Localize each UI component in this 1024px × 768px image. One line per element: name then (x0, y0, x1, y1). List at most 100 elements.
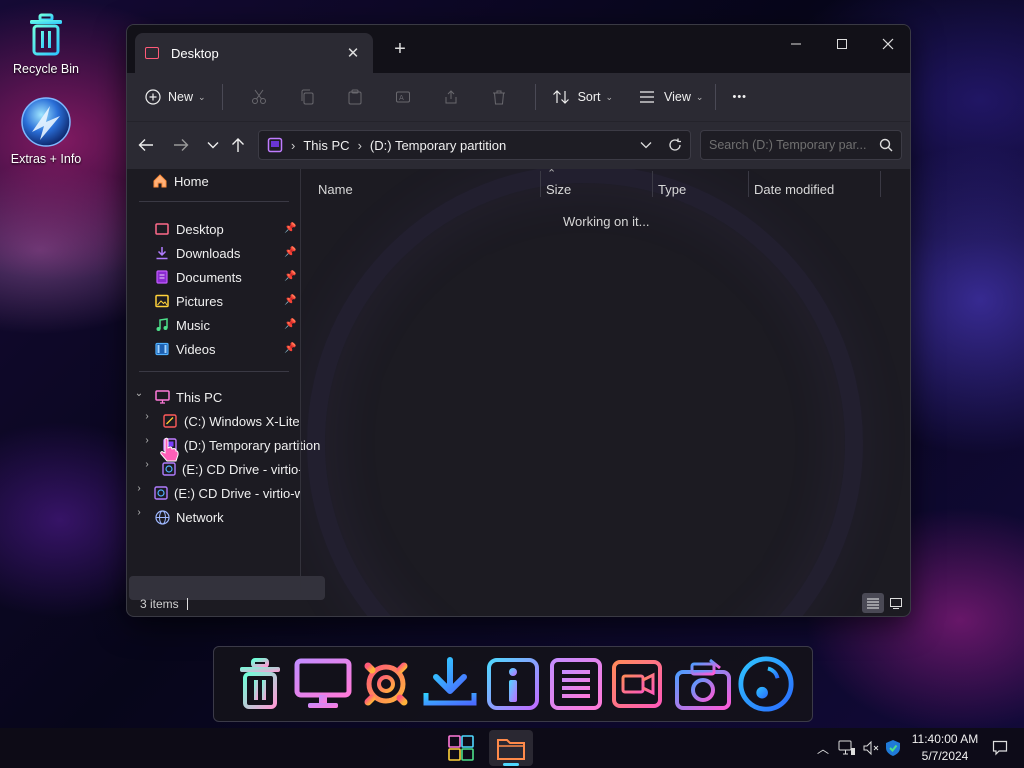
pin-icon[interactable]: 📌 (284, 247, 296, 258)
expand-chevron-icon[interactable]: › (140, 459, 154, 470)
refresh-icon[interactable] (668, 138, 682, 152)
network-status-icon[interactable] (838, 740, 856, 756)
sidebar-item-downloads[interactable]: Downloads (154, 241, 240, 265)
extras-info-icon (20, 96, 72, 148)
new-tab-button[interactable]: + (389, 38, 411, 60)
sidebar-item-home[interactable]: Home (152, 169, 209, 193)
recycle-bin-icon (24, 12, 68, 58)
sidebar-item-drive-e[interactable]: (E:) CD Drive - virtio- (162, 457, 300, 481)
share-button[interactable] (427, 81, 475, 113)
expand-chevron-icon[interactable]: › (140, 435, 154, 446)
column-header-type[interactable]: Type (652, 177, 748, 201)
start-button[interactable] (439, 730, 483, 766)
view-button[interactable]: View ⌄ (639, 81, 703, 113)
cut-button[interactable] (235, 81, 283, 113)
breadcrumb-d-drive[interactable]: (D:) Temporary partition (370, 138, 506, 153)
sidebar-item-network[interactable]: Network (154, 505, 224, 529)
network-icon (154, 509, 170, 525)
dock-settings-gear-icon[interactable] (357, 655, 415, 713)
column-divider[interactable] (880, 171, 881, 197)
divider (139, 201, 289, 202)
pin-icon[interactable]: 📌 (284, 343, 296, 354)
chevron-down-icon[interactable] (640, 141, 652, 149)
sidebar-item-label: (E:) CD Drive - virtio-w (174, 485, 300, 501)
copy-button[interactable] (283, 81, 331, 113)
pictures-folder-icon (154, 293, 170, 309)
sidebar-item-this-pc[interactable]: This PC (154, 385, 222, 409)
new-button[interactable]: New ⌄ (145, 81, 206, 113)
system-tray: ︿ (814, 728, 902, 768)
pin-icon[interactable]: 📌 (284, 319, 296, 330)
volume-muted-icon[interactable] (862, 740, 880, 756)
column-label: Date modified (754, 181, 835, 197)
more-options-button[interactable]: ••• (732, 81, 747, 113)
forward-button[interactable] (167, 132, 195, 158)
sidebar-item-label: Desktop (176, 221, 224, 237)
sidebar-item-cd-root[interactable]: (E:) CD Drive - virtio-w (154, 481, 300, 505)
sidebar-item-documents[interactable]: Documents (154, 265, 242, 289)
dock-video-camera-icon[interactable] (611, 655, 669, 713)
taskbar-file-explorer[interactable] (489, 730, 533, 766)
paste-button[interactable] (331, 81, 379, 113)
sidebar-item-drive-c[interactable]: (C:) Windows X-Lite (162, 409, 300, 433)
chevron-up-icon[interactable]: ︿ (814, 740, 832, 757)
up-button[interactable] (224, 132, 252, 158)
downloads-folder-icon (154, 245, 170, 261)
column-header-date-modified[interactable]: Date modified (748, 177, 880, 201)
navigation-pane: Home Desktop 📌 Downloads 📌 Documents 📌 P… (127, 169, 325, 600)
expand-chevron-icon[interactable]: › (132, 507, 146, 518)
column-header-name[interactable]: Name (301, 177, 541, 201)
column-label: Size (546, 181, 572, 197)
delete-button[interactable] (475, 81, 523, 113)
text-cursor (186, 597, 188, 610)
dock-list-icon[interactable] (547, 655, 605, 713)
scissors-icon (251, 89, 266, 104)
expand-chevron-icon[interactable]: › (140, 411, 154, 422)
minimize-icon (791, 43, 801, 45)
sidebar-item-music[interactable]: Music (154, 313, 210, 337)
system-clock[interactable]: 11:40:00 AM 5/7/2024 (900, 731, 990, 765)
pin-icon[interactable]: 📌 (284, 271, 296, 282)
close-window-button[interactable] (865, 29, 910, 59)
address-bar[interactable]: › This PC › (D:) Temporary partition (258, 130, 691, 160)
dock-monitor-icon[interactable] (294, 655, 352, 713)
windows-start-icon (448, 735, 474, 761)
copy-icon (301, 89, 314, 105)
desktop-icon-extras-info[interactable]: Extras + Info (1, 96, 91, 166)
tab-desktop[interactable]: Desktop ✕ (135, 33, 373, 73)
view-label: View (664, 90, 691, 104)
dock-music-note-icon[interactable] (737, 655, 795, 713)
loading-message: Working on it... (563, 214, 650, 229)
rename-button[interactable]: A (379, 81, 427, 113)
sidebar-item-desktop[interactable]: Desktop (154, 217, 224, 241)
tiles-view-button[interactable] (885, 593, 907, 613)
dock-photo-camera-icon[interactable] (674, 655, 732, 713)
minimize-button[interactable] (773, 29, 819, 59)
dock-trash-icon[interactable] (231, 655, 289, 713)
back-button[interactable] (132, 132, 160, 158)
close-tab-icon[interactable]: ✕ (343, 44, 363, 62)
maximize-button[interactable] (819, 29, 865, 59)
dock-download-icon[interactable] (421, 655, 479, 713)
desktop-icon-recycle-bin[interactable]: Recycle Bin (1, 12, 91, 76)
search-box[interactable] (700, 130, 902, 160)
pin-icon[interactable]: 📌 (284, 295, 296, 306)
sidebar-item-drive-d[interactable]: (D:) Temporary partition (162, 433, 320, 457)
sidebar-item-pictures[interactable]: Pictures (154, 289, 223, 313)
pin-icon[interactable]: 📌 (284, 223, 296, 234)
recent-locations-button[interactable] (199, 132, 227, 158)
maximize-icon (837, 39, 847, 49)
app-dock (213, 646, 813, 722)
details-view-button[interactable] (862, 593, 884, 613)
expand-chevron-icon[interactable]: › (132, 483, 146, 494)
breadcrumb-this-pc[interactable]: This PC (303, 138, 349, 153)
column-header-size[interactable]: Size (540, 177, 652, 201)
sidebar-item-label: This PC (176, 389, 223, 405)
search-input[interactable] (709, 138, 879, 152)
notifications-button[interactable] (992, 728, 1008, 768)
sort-button[interactable]: Sort ⌄ (552, 81, 613, 113)
sidebar-item-videos[interactable]: Videos (154, 337, 216, 361)
dock-info-icon[interactable] (484, 655, 542, 713)
collapse-chevron-icon[interactable]: ⌄ (132, 388, 146, 399)
divider (139, 371, 289, 372)
